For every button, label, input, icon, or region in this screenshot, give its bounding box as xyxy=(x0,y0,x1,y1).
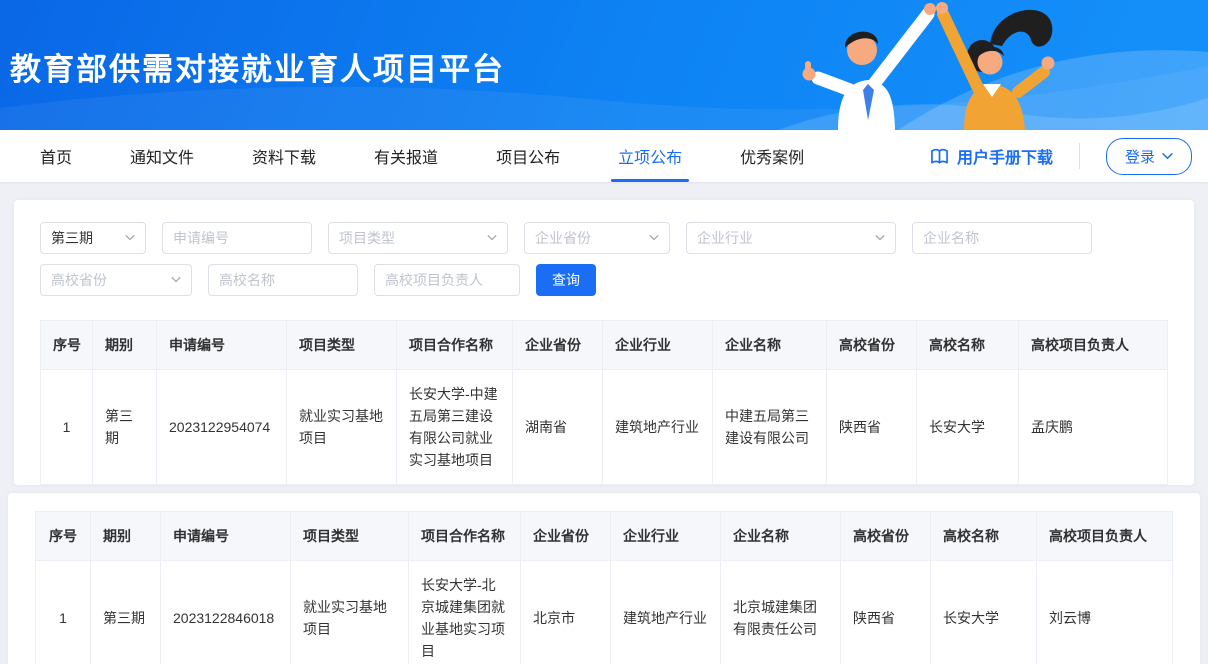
chevron-down-icon xyxy=(125,235,135,241)
header-cell-company-industry: 企业行业 xyxy=(611,512,721,561)
header-cell-university-leader: 高校项目负责人 xyxy=(1037,512,1173,561)
project-type-select[interactable]: 项目类型 xyxy=(328,222,508,254)
application-number-input[interactable] xyxy=(162,222,312,254)
project-type-placeholder: 项目类型 xyxy=(339,228,395,248)
table-header-row: 序号 期别 申请编号 项目类型 项目合作名称 企业省份 企业行业 企业名称 高校… xyxy=(41,321,1168,370)
chevron-down-icon xyxy=(171,277,181,283)
university-leader-input[interactable] xyxy=(374,264,520,296)
header-cell-university-province: 高校省份 xyxy=(841,512,931,561)
cell-university-province: 陕西省 xyxy=(827,370,917,485)
filter-and-results-panel: 第三期 项目类型 企业省份 企业行业 xyxy=(14,200,1194,485)
header-cell-company-province: 企业省份 xyxy=(521,512,611,561)
header-cell-university-province: 高校省份 xyxy=(827,321,917,370)
cell-period: 第三期 xyxy=(93,370,157,485)
manual-link-label: 用户手册下载 xyxy=(957,144,1053,168)
cell-company-province: 湖南省 xyxy=(513,370,603,485)
header-cell-application-no: 申请编号 xyxy=(161,512,291,561)
header-cell-period: 期别 xyxy=(93,321,157,370)
filter-row-2: 高校省份 查询 xyxy=(40,264,1168,296)
approved-projects-table-2: 序号 期别 申请编号 项目类型 项目合作名称 企业省份 企业行业 企业名称 高校… xyxy=(35,511,1173,664)
header-cell-university-leader: 高校项目负责人 xyxy=(1019,321,1168,370)
nav-item-reports[interactable]: 有关报道 xyxy=(374,130,438,182)
company-province-select[interactable]: 企业省份 xyxy=(524,222,670,254)
cell-project-type: 就业实习基地项目 xyxy=(291,561,409,664)
banner: 教育部供需对接就业育人项目平台 xyxy=(0,0,1208,130)
table-row: 1 第三期 2023122954074 就业实习基地项目 长安大学-中建五局第三… xyxy=(41,370,1168,485)
header-cell-project-type: 项目类型 xyxy=(291,512,409,561)
header-cell-company-province: 企业省份 xyxy=(513,321,603,370)
cell-university-name: 长安大学 xyxy=(931,561,1037,664)
header-cell-cooperation-name: 项目合作名称 xyxy=(397,321,513,370)
cell-university-leader: 孟庆鹏 xyxy=(1019,370,1168,485)
header-cell-company-name: 企业名称 xyxy=(721,512,841,561)
table-header-row: 序号 期别 申请编号 项目类型 项目合作名称 企业省份 企业行业 企业名称 高校… xyxy=(36,512,1173,561)
cell-application-no: 2023122846018 xyxy=(161,561,291,664)
nav-right-section: 用户手册下载 登录 xyxy=(930,138,1192,175)
cell-company-province: 北京市 xyxy=(521,561,611,664)
nav-item-downloads[interactable]: 资料下载 xyxy=(252,130,316,182)
filter-row-1: 第三期 项目类型 企业省份 企业行业 xyxy=(40,222,1168,254)
cell-index: 1 xyxy=(36,561,91,664)
cell-index: 1 xyxy=(41,370,93,485)
cell-company-industry: 建筑地产行业 xyxy=(603,370,713,485)
period-select[interactable]: 第三期 xyxy=(40,222,146,254)
university-province-placeholder: 高校省份 xyxy=(51,270,107,290)
approved-projects-table-1: 序号 期别 申请编号 项目类型 项目合作名称 企业省份 企业行业 企业名称 高校… xyxy=(40,320,1168,485)
company-name-input[interactable] xyxy=(912,222,1092,254)
header-cell-project-type: 项目类型 xyxy=(287,321,397,370)
chevron-down-icon xyxy=(487,235,497,241)
user-manual-download-link[interactable]: 用户手册下载 xyxy=(930,144,1053,168)
cell-university-leader: 刘云博 xyxy=(1037,561,1173,664)
header-cell-university-name: 高校名称 xyxy=(917,321,1019,370)
cell-university-name: 长安大学 xyxy=(917,370,1019,485)
university-name-input[interactable] xyxy=(208,264,358,296)
cell-cooperation-name: 长安大学-中建五局第三建设有限公司就业实习基地项目 xyxy=(397,370,513,485)
chevron-down-icon xyxy=(875,235,885,241)
company-industry-placeholder: 企业行业 xyxy=(697,228,753,248)
header-cell-company-industry: 企业行业 xyxy=(603,321,713,370)
highfive-illustration xyxy=(778,0,1208,130)
page-title: 教育部供需对接就业育人项目平台 xyxy=(10,44,505,89)
header-cell-index: 序号 xyxy=(41,321,93,370)
table-row: 1 第三期 2023122846018 就业实习基地项目 长安大学-北京城建集团… xyxy=(36,561,1173,664)
university-province-select[interactable]: 高校省份 xyxy=(40,264,192,296)
cell-period: 第三期 xyxy=(91,561,161,664)
cell-company-name: 北京城建集团有限责任公司 xyxy=(721,561,841,664)
cell-application-no: 2023122954074 xyxy=(157,370,287,485)
search-button[interactable]: 查询 xyxy=(536,264,596,296)
cell-university-province: 陕西省 xyxy=(841,561,931,664)
nav-items: 首页 通知文件 资料下载 有关报道 项目公布 立项公布 优秀案例 xyxy=(40,130,804,182)
company-province-placeholder: 企业省份 xyxy=(535,228,591,248)
header-cell-company-name: 企业名称 xyxy=(713,321,827,370)
company-industry-select[interactable]: 企业行业 xyxy=(686,222,896,254)
header-cell-university-name: 高校名称 xyxy=(931,512,1037,561)
nav-bar: 首页 通知文件 资料下载 有关报道 项目公布 立项公布 优秀案例 用户手册下载 … xyxy=(0,130,1208,182)
header-cell-application-no: 申请编号 xyxy=(157,321,287,370)
cell-company-name: 中建五局第三建设有限公司 xyxy=(713,370,827,485)
header-cell-index: 序号 xyxy=(36,512,91,561)
header-cell-cooperation-name: 项目合作名称 xyxy=(409,512,521,561)
cell-cooperation-name: 长安大学-北京城建集团就业基地实习项目 xyxy=(409,561,521,664)
nav-item-notices[interactable]: 通知文件 xyxy=(130,130,194,182)
period-select-value: 第三期 xyxy=(51,228,93,248)
approved-projects-panel-2: 序号 期别 申请编号 项目类型 项目合作名称 企业省份 企业行业 企业名称 高校… xyxy=(8,493,1200,664)
nav-item-excellent-cases[interactable]: 优秀案例 xyxy=(740,130,804,182)
chevron-down-icon xyxy=(649,235,659,241)
main-content: 第三期 项目类型 企业省份 企业行业 xyxy=(0,182,1208,664)
nav-item-project-announcements[interactable]: 项目公布 xyxy=(496,130,560,182)
book-icon xyxy=(930,148,949,165)
cell-company-industry: 建筑地产行业 xyxy=(611,561,721,664)
login-button[interactable]: 登录 xyxy=(1106,138,1192,175)
nav-item-home[interactable]: 首页 xyxy=(40,130,72,182)
chevron-down-icon xyxy=(1162,153,1173,160)
header-cell-period: 期别 xyxy=(91,512,161,561)
cell-project-type: 就业实习基地项目 xyxy=(287,370,397,485)
nav-item-approval-announcements[interactable]: 立项公布 xyxy=(618,130,682,182)
login-label: 登录 xyxy=(1125,146,1155,167)
divider xyxy=(1079,143,1080,169)
